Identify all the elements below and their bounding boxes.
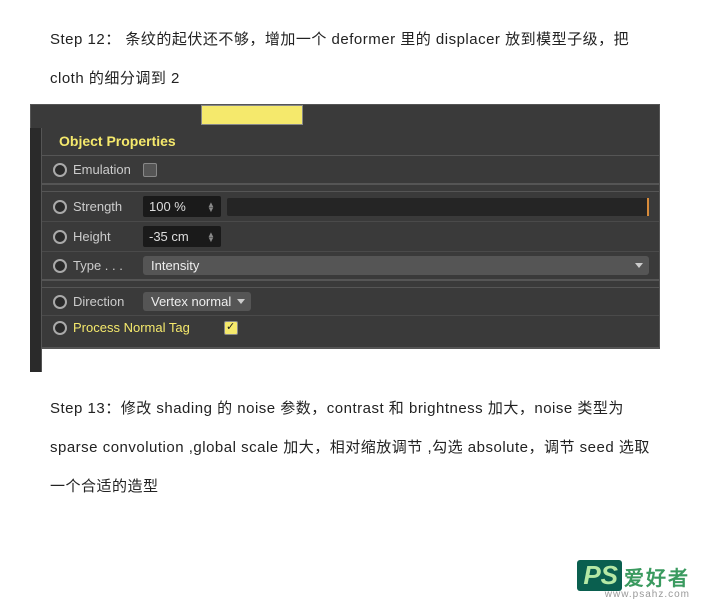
divider: [31, 280, 659, 288]
watermark-cn: 爱好者: [624, 562, 690, 591]
watermark: PS 爱好者 www.psahz.com: [577, 560, 690, 600]
process-radio[interactable]: [53, 321, 67, 335]
process-label: Process Normal Tag: [73, 320, 218, 335]
active-tab-indicator[interactable]: [43, 105, 659, 127]
panel-title: Object Properties: [31, 127, 659, 156]
direction-row: Direction Vertex normal: [31, 288, 659, 316]
emulation-checkbox[interactable]: [143, 163, 157, 177]
height-value: -35 cm: [149, 229, 189, 244]
step13-text: Step 13：修改 shading 的 noise 参数，contrast 和…: [50, 389, 652, 506]
emulation-row: Emulation: [31, 156, 659, 184]
process-row: Process Normal Tag: [31, 316, 659, 348]
direction-radio[interactable]: [53, 295, 67, 309]
left-strip: [30, 128, 42, 372]
emulation-label: Emulation: [73, 162, 143, 177]
height-row: Height -35 cm ▲▼: [31, 222, 659, 252]
type-label: Type . . .: [73, 258, 143, 273]
height-radio[interactable]: [53, 230, 67, 244]
height-input[interactable]: -35 cm ▲▼: [143, 226, 221, 247]
direction-label: Direction: [73, 294, 143, 309]
strength-label: Strength: [73, 199, 143, 214]
strength-radio[interactable]: [53, 200, 67, 214]
height-label: Height: [73, 229, 143, 244]
properties-panel: Object Properties Emulation Strength 100…: [30, 104, 660, 349]
emulation-radio[interactable]: [53, 163, 67, 177]
spinner-icon[interactable]: ▲▼: [207, 202, 215, 212]
type-radio[interactable]: [53, 259, 67, 273]
direction-dropdown[interactable]: Vertex normal: [143, 292, 251, 311]
process-checkbox[interactable]: [224, 321, 238, 335]
divider: [31, 184, 659, 192]
strength-slider[interactable]: [227, 198, 649, 216]
strength-input[interactable]: 100 % ▲▼: [143, 196, 221, 217]
type-dropdown[interactable]: Intensity: [143, 256, 649, 275]
step12-text: Step 12： 条纹的起伏还不够，增加一个 deformer 里的 displ…: [50, 20, 652, 98]
watermark-logo: PS: [577, 560, 622, 591]
spinner-icon[interactable]: ▲▼: [207, 232, 215, 242]
type-row: Type . . . Intensity: [31, 252, 659, 280]
strength-row: Strength 100 % ▲▼: [31, 192, 659, 222]
strength-value: 100 %: [149, 199, 186, 214]
